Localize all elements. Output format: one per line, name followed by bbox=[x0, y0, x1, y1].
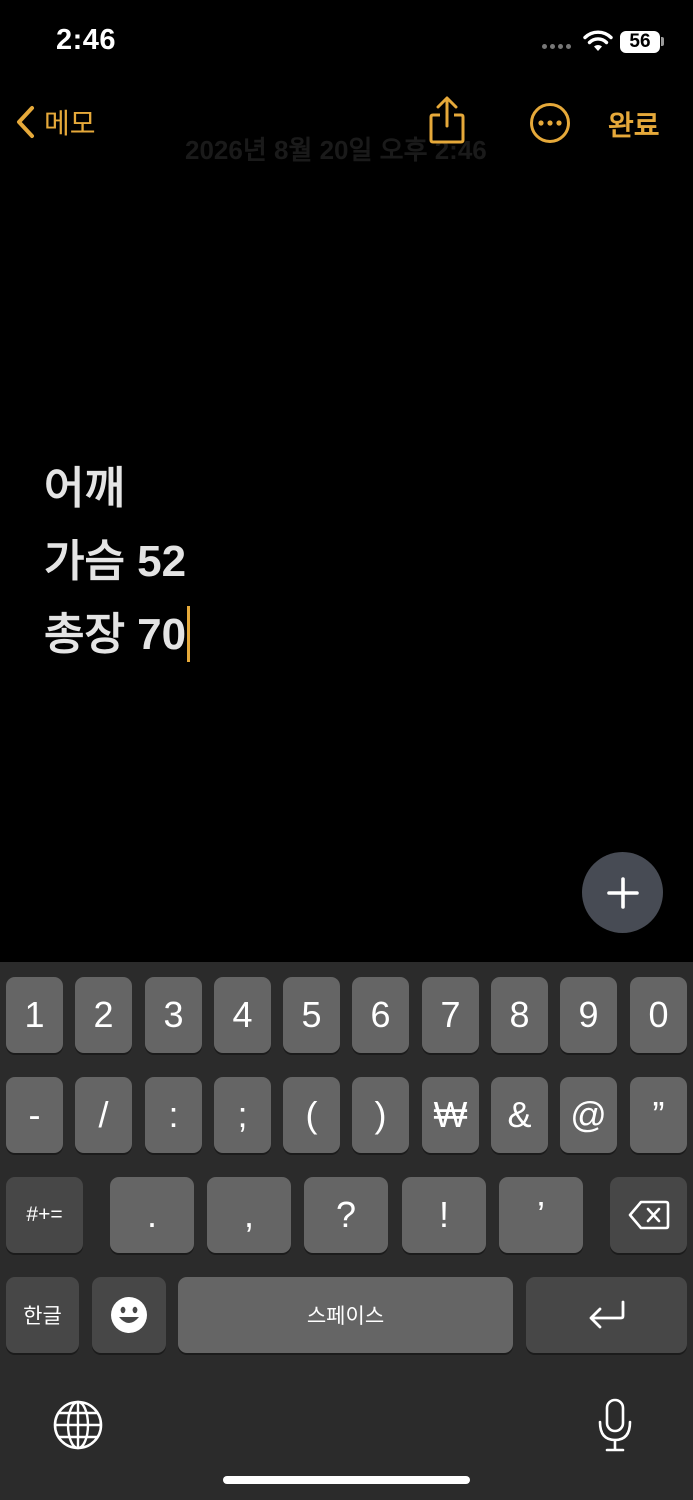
chevron-left-icon bbox=[17, 106, 34, 138]
key-slash[interactable]: / bbox=[75, 1077, 132, 1153]
key-open-paren[interactable]: ( bbox=[283, 1077, 340, 1153]
emoji-key[interactable] bbox=[92, 1277, 166, 1353]
key-won[interactable]: ₩ bbox=[422, 1077, 479, 1153]
key-apostrophe[interactable]: ’ bbox=[499, 1177, 583, 1253]
key-comma[interactable]: , bbox=[207, 1177, 291, 1253]
key-4[interactable]: 4 bbox=[214, 977, 271, 1053]
status-time: 2:46 bbox=[56, 24, 117, 56]
key-hyphen[interactable]: - bbox=[6, 1077, 63, 1153]
key-semicolon[interactable]: ; bbox=[214, 1077, 271, 1153]
key-question[interactable]: ? bbox=[304, 1177, 388, 1253]
key-exclamation[interactable]: ! bbox=[402, 1177, 486, 1253]
key-period[interactable]: . bbox=[110, 1177, 194, 1253]
key-8[interactable]: 8 bbox=[491, 977, 548, 1053]
key-ampersand[interactable]: & bbox=[491, 1077, 548, 1153]
key-2[interactable]: 2 bbox=[75, 977, 132, 1053]
key-5[interactable]: 5 bbox=[283, 977, 340, 1053]
battery-nub bbox=[661, 37, 664, 46]
key-9[interactable]: 9 bbox=[560, 977, 617, 1053]
emoji-icon bbox=[111, 1297, 147, 1333]
return-key[interactable] bbox=[526, 1277, 687, 1353]
key-close-paren[interactable]: ) bbox=[352, 1077, 409, 1153]
key-6[interactable]: 6 bbox=[352, 977, 409, 1053]
globe-icon[interactable] bbox=[53, 1400, 103, 1450]
cellular-signal-icon bbox=[542, 44, 571, 49]
return-icon bbox=[589, 1300, 624, 1329]
delete-key[interactable] bbox=[610, 1177, 687, 1253]
key-1[interactable]: 1 bbox=[6, 977, 63, 1053]
wifi-icon bbox=[583, 30, 613, 51]
note-line: 총장 70 bbox=[44, 606, 191, 679]
text-cursor bbox=[187, 606, 191, 662]
key-colon[interactable]: : bbox=[145, 1077, 202, 1153]
ellipsis-circle-icon[interactable] bbox=[529, 102, 571, 144]
note-editor[interactable]: 어깨 가슴 52 총장 70 bbox=[44, 460, 191, 679]
key-7[interactable]: 7 bbox=[422, 977, 479, 1053]
key-0[interactable]: 0 bbox=[630, 977, 687, 1053]
share-icon[interactable] bbox=[428, 96, 466, 146]
key-at[interactable]: @ bbox=[560, 1077, 617, 1153]
backspace-icon bbox=[628, 1200, 669, 1230]
microphone-icon[interactable] bbox=[596, 1398, 634, 1454]
home-indicator[interactable] bbox=[223, 1476, 470, 1484]
plus-icon bbox=[606, 876, 639, 909]
battery-indicator: 56 bbox=[620, 31, 660, 53]
note-line: 어깨 bbox=[44, 464, 125, 513]
back-label: 메모 bbox=[44, 108, 96, 139]
key-3[interactable]: 3 bbox=[145, 977, 202, 1053]
language-toggle-key[interactable]: 한글 bbox=[6, 1277, 79, 1353]
symbols-toggle-key[interactable]: #+= bbox=[6, 1177, 83, 1253]
done-button[interactable]: 완료 bbox=[608, 104, 660, 144]
keyboard: 1 2 3 4 5 6 7 8 9 0 - / : ; ( ) ₩ & @ ” … bbox=[0, 962, 693, 1500]
add-button[interactable] bbox=[582, 852, 663, 933]
space-key[interactable]: 스페이스 bbox=[178, 1277, 513, 1353]
note-line: 가슴 52 bbox=[44, 537, 187, 586]
back-button[interactable]: 메모 bbox=[14, 102, 96, 142]
key-quote[interactable]: ” bbox=[630, 1077, 687, 1153]
